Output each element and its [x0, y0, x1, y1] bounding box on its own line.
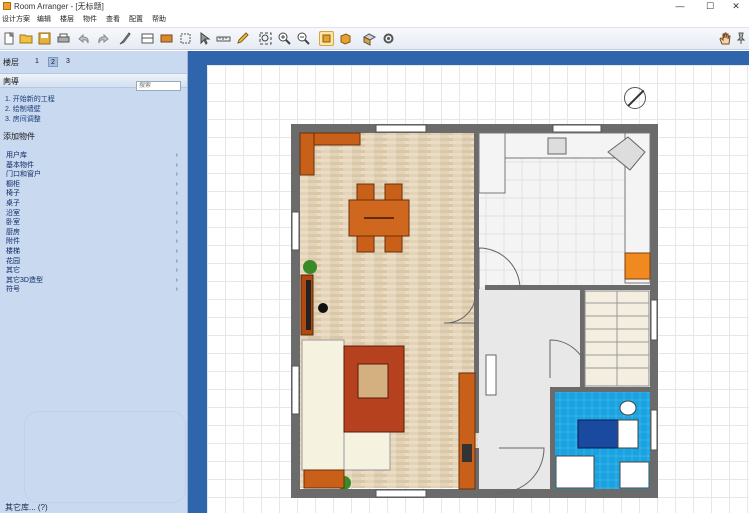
side-table — [303, 469, 345, 489]
staircase — [584, 290, 650, 387]
stool — [318, 303, 328, 313]
floor-plan[interactable] — [0, 0, 749, 513]
tv-cabinet — [458, 372, 476, 490]
piano-keys — [306, 280, 311, 330]
coffee-table — [343, 345, 405, 433]
radiator — [485, 354, 497, 396]
tv — [462, 444, 472, 462]
